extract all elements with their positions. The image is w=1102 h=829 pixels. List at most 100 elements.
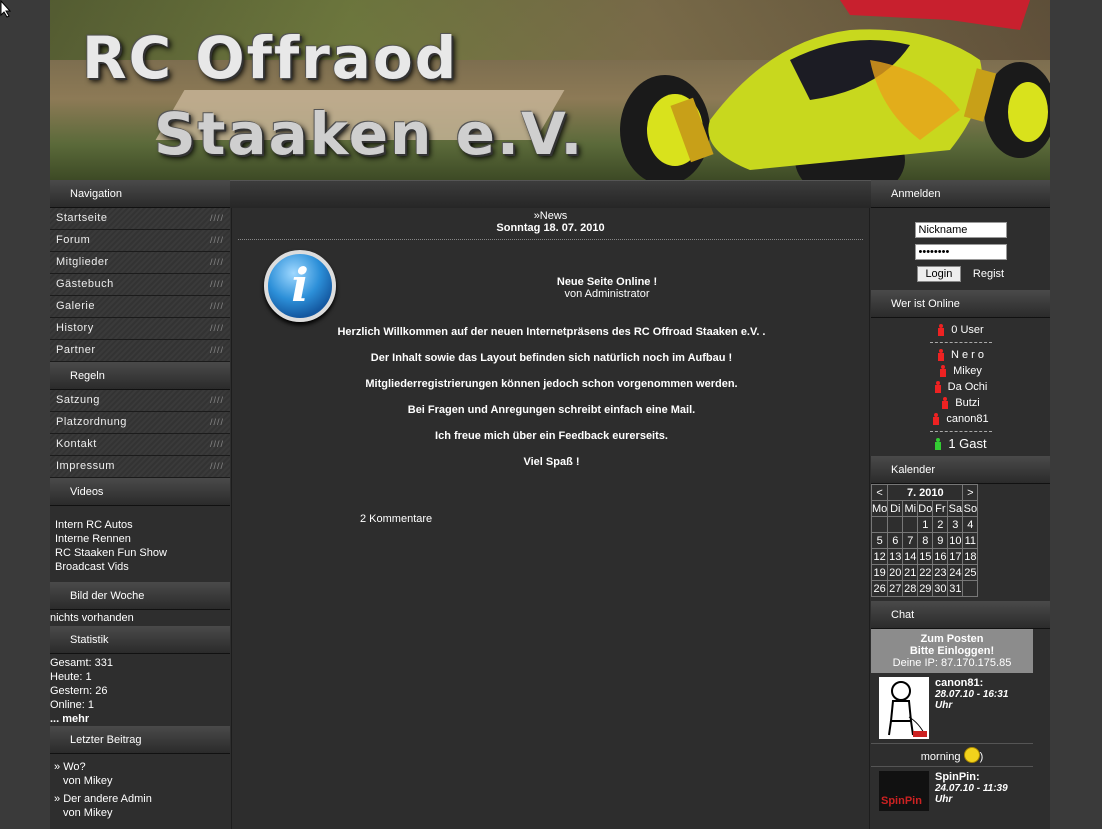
chat-login-notice: Zum Posten Bitte Einloggen! Deine IP: 87… xyxy=(871,629,1033,673)
calendar-day[interactable]: 25 xyxy=(962,564,979,581)
news-author: von Administrator xyxy=(564,288,650,300)
online-list: 0 User N e r o Mikey Da Ochi Butzi canon… xyxy=(871,318,1050,456)
nickname-input[interactable] xyxy=(914,222,1007,238)
calendar-next-button[interactable]: > xyxy=(962,484,979,501)
nav-heading: Navigation xyxy=(50,180,230,208)
post-topic-link[interactable]: » Der andere Admin xyxy=(54,792,226,806)
video-link[interactable]: Broadcast Vids xyxy=(55,560,225,574)
nav-item-satzung[interactable]: Satzung//// xyxy=(50,390,230,412)
password-input[interactable] xyxy=(914,244,1007,260)
guest-count: 1 Gast xyxy=(948,436,987,451)
calendar-day[interactable]: 6 xyxy=(887,532,904,549)
calendar-day[interactable]: 3 xyxy=(947,516,964,533)
user-icon xyxy=(937,324,945,336)
online-user-count: 0 User xyxy=(951,324,984,336)
calendar-day[interactable]: 24 xyxy=(947,564,964,581)
news-section-title: »News xyxy=(533,210,568,222)
online-user[interactable]: canon81 xyxy=(871,411,1050,427)
calendar-day[interactable]: 4 xyxy=(962,516,979,533)
comments-link[interactable]: 2 Kommentare xyxy=(360,513,432,525)
calendar-week: 12 13 14 15 16 17 18 xyxy=(870,548,979,565)
calendar-day[interactable]: 29 xyxy=(917,580,934,597)
calendar-week: 26 27 28 29 30 31 xyxy=(870,580,979,597)
news-paragraph: Herzlich Willkommen auf der neuen Intern… xyxy=(337,326,766,338)
online-user[interactable]: N e r o xyxy=(871,347,1050,363)
login-button[interactable]: Login xyxy=(916,266,961,282)
calendar-day[interactable]: 27 xyxy=(887,580,904,597)
nav-item-impressum[interactable]: Impressum//// xyxy=(50,456,230,478)
calendar-month: 7. 2010 xyxy=(887,484,964,501)
post-topic-link[interactable]: » Wo? xyxy=(54,760,226,774)
calendar-day[interactable]: 21 xyxy=(902,564,919,581)
online-heading: Wer ist Online xyxy=(871,290,1050,318)
info-icon: i xyxy=(264,250,336,322)
online-user[interactable]: Mikey xyxy=(871,363,1050,379)
video-link[interactable]: Intern RC Autos xyxy=(55,518,225,532)
online-user[interactable]: Da Ochi xyxy=(871,379,1050,395)
user-icon xyxy=(939,365,947,377)
latest-posts: » Wo? von Mikey » Der andere Admin von M… xyxy=(50,754,230,826)
chat-message-text: morning ) xyxy=(871,744,1033,767)
chat-timestamp: 24.07.10 - 11:39 Uhr xyxy=(935,783,1008,805)
bild-der-woche-heading: Bild der Woche xyxy=(50,582,230,610)
calendar-day[interactable]: 31 xyxy=(947,580,964,597)
calendar-day[interactable]: 2 xyxy=(932,516,949,533)
calendar-day[interactable]: 22 xyxy=(917,564,934,581)
calendar-day[interactable]: 30 xyxy=(932,580,949,597)
calendar-prev-button[interactable]: < xyxy=(870,484,889,501)
stat-online: Online: 1 xyxy=(50,699,95,711)
nav-item-platzordnung[interactable]: Platzordnung//// xyxy=(50,412,230,434)
news-article-header: Neue Seite Online ! von Administrator xyxy=(412,276,802,300)
calendar-day[interactable]: 10 xyxy=(947,532,964,549)
calendar-day[interactable]: 26 xyxy=(870,580,889,597)
nav-item-partner[interactable]: Partner//// xyxy=(50,340,230,362)
calendar-day[interactable]: 5 xyxy=(870,532,889,549)
news-header: »News Sonntag 18. 07. 2010 xyxy=(232,208,869,234)
calendar-day[interactable]: 7 xyxy=(902,532,919,549)
calendar-day[interactable]: 12 xyxy=(870,548,889,565)
header-banner: RC Offraod Staaken e.V. xyxy=(50,0,1050,180)
news-paragraph: Ich freue mich über ein Feedback eurerse… xyxy=(435,430,668,442)
letzter-beitrag-heading: Letzter Beitrag xyxy=(50,726,230,754)
left-sidebar: Navigation Startseite//// Forum//// Mitg… xyxy=(50,180,230,826)
register-link[interactable]: Regist xyxy=(973,268,1004,280)
calendar-day[interactable]: 19 xyxy=(870,564,889,581)
statistik-list: Gesamt: 331 Heute: 1 Gestern: 26 Online:… xyxy=(50,654,230,726)
chat-timestamp: 28.07.10 - 16:31 Uhr xyxy=(935,689,1009,711)
chat-ip: Deine IP: 87.170.175.85 xyxy=(892,657,1012,669)
calendar-day[interactable]: 16 xyxy=(932,548,949,565)
divider xyxy=(238,239,863,240)
stat-mehr-link[interactable]: ... mehr xyxy=(50,712,230,726)
calendar-day[interactable]: 1 xyxy=(917,516,934,533)
nav-item-kontakt[interactable]: Kontakt//// xyxy=(50,434,230,456)
chat-heading: Chat xyxy=(871,601,1050,629)
calendar-day[interactable]: 9 xyxy=(932,532,949,549)
page-wrapper: RC Offraod Staaken e.V. Navigation Start… xyxy=(50,0,1050,829)
nav-item-history[interactable]: History//// xyxy=(50,318,230,340)
user-icon xyxy=(932,413,940,425)
calendar-day[interactable]: 20 xyxy=(887,564,904,581)
online-user[interactable]: Butzi xyxy=(871,395,1050,411)
chat-message: SpinPin SpinPin: 24.07.10 - 11:39 Uhr xyxy=(871,767,1033,815)
calendar-day[interactable]: 15 xyxy=(917,548,934,565)
stat-gesamt: Gesamt: 331 xyxy=(50,657,113,669)
nav-item-mitglieder[interactable]: Mitglieder//// xyxy=(50,252,230,274)
news-body: Herzlich Willkommen auf der neuen Intern… xyxy=(232,326,871,482)
calendar-week: 1234 xyxy=(870,516,979,533)
nav-item-forum[interactable]: Forum//// xyxy=(50,230,230,252)
bild-der-woche-text: nichts vorhanden xyxy=(50,612,134,624)
calendar-day[interactable]: 14 xyxy=(902,548,919,565)
video-link[interactable]: RC Staaken Fun Show xyxy=(55,546,225,560)
calendar-day[interactable]: 23 xyxy=(932,564,949,581)
calendar-day[interactable]: 8 xyxy=(917,532,934,549)
calendar-day[interactable]: 18 xyxy=(962,548,979,565)
video-link[interactable]: Interne Rennen xyxy=(55,532,225,546)
calendar-day[interactable]: 28 xyxy=(902,580,919,597)
nav-item-galerie[interactable]: Galerie//// xyxy=(50,296,230,318)
calendar-day[interactable]: 17 xyxy=(947,548,964,565)
nav-item-gaestebuch[interactable]: Gästebuch//// xyxy=(50,274,230,296)
news-paragraph: Bei Fragen und Anregungen schreibt einfa… xyxy=(407,404,696,416)
calendar-day[interactable]: 13 xyxy=(887,548,904,565)
calendar-day[interactable]: 11 xyxy=(962,532,979,549)
nav-item-startseite[interactable]: Startseite//// xyxy=(50,208,230,230)
